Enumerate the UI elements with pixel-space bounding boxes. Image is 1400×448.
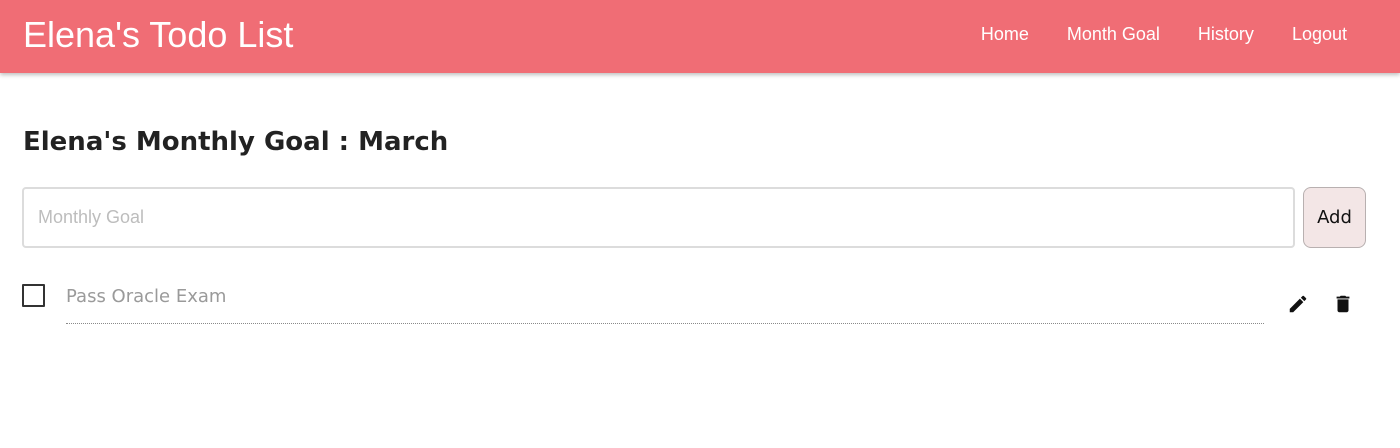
todo-checkbox[interactable] [22,284,45,307]
trash-icon [1332,293,1354,315]
nav-link-logout[interactable]: Logout [1292,22,1347,46]
page-title: Elena's Monthly Goal : March [23,127,449,157]
nav-link-month-goal[interactable]: Month Goal [1067,22,1160,46]
add-button[interactable]: Add [1303,187,1366,248]
todo-item: Pass Oracle Exam [0,270,1400,330]
pencil-icon [1287,293,1309,315]
todo-divider [66,323,1264,324]
brand-title[interactable]: Elena's Todo List [23,14,293,56]
edit-button[interactable] [1286,292,1310,316]
nav-link-history[interactable]: History [1198,22,1254,46]
delete-button[interactable] [1331,292,1355,316]
monthly-goal-input[interactable] [22,187,1295,248]
navbar: Elena's Todo List Home Month Goal Histor… [0,0,1400,73]
nav-links: Home Month Goal History Logout [943,22,1347,46]
nav-link-home[interactable]: Home [981,22,1029,46]
todo-text: Pass Oracle Exam [66,286,227,307]
